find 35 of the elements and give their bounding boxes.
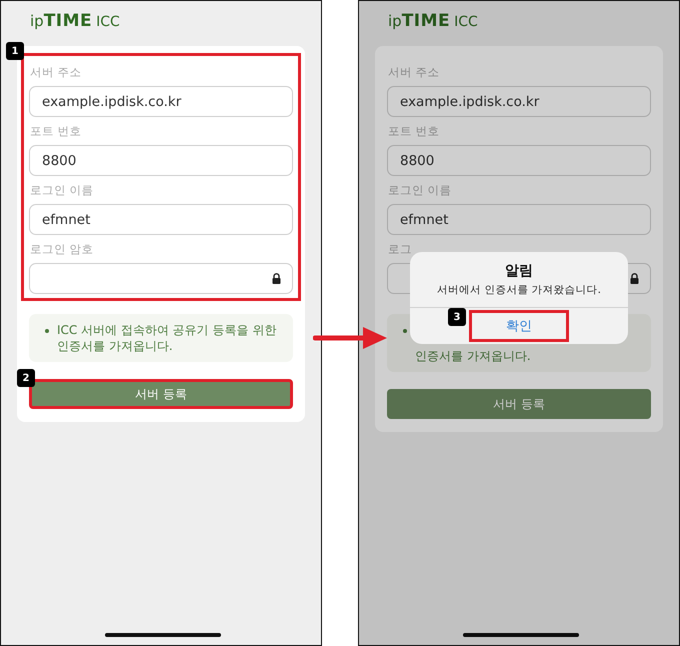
app-title: ICC	[96, 14, 120, 30]
input-field[interactable]: example.ipdisk.co.kr	[387, 86, 651, 117]
field-label: 서버 주소	[387, 64, 441, 81]
field-label: 포트 번호	[29, 123, 83, 140]
field-label: 포트 번호	[387, 123, 441, 140]
field-label: 로그	[387, 241, 413, 258]
step-badge: 2	[17, 369, 35, 387]
field-label: 로그인 암호	[29, 241, 95, 258]
input-field[interactable]: efmnet	[387, 204, 651, 235]
register-button[interactable]: 서버 등록	[387, 389, 651, 419]
input-field[interactable]: example.ipdisk.co.kr	[29, 86, 293, 117]
note-text: 인증서를 가져옵니다.	[57, 338, 174, 354]
input-field[interactable]: efmnet	[29, 204, 293, 235]
confirm-button[interactable]: 확인	[469, 310, 569, 342]
logo: ipTIME	[30, 11, 92, 31]
alert-title: 알림	[505, 262, 533, 280]
app-title: ICC	[454, 14, 478, 30]
field-label: 로그인 이름	[29, 182, 95, 199]
bullet-icon	[45, 329, 49, 333]
bullet-icon	[403, 329, 407, 333]
step-badge: 1	[6, 42, 24, 60]
register-button[interactable]: 서버 등록	[29, 379, 293, 409]
field-label: 로그인 이름	[387, 182, 453, 199]
input-field[interactable]: 8800	[29, 145, 293, 176]
note-text: ICC 서버에 접속하여 공유기 등록을 위한	[57, 322, 276, 338]
input-field[interactable]: 8800	[387, 145, 651, 176]
note-text: 인증서를 가져옵니다.	[415, 348, 531, 364]
right-arrow-icon	[313, 327, 387, 349]
field-label: 서버 주소	[29, 64, 83, 81]
password-field[interactable]	[29, 263, 293, 294]
lock-icon	[630, 273, 639, 284]
alert-message: 서버에서 인증서를 가져왔습니다.	[436, 283, 601, 297]
step-badge: 3	[448, 308, 466, 326]
lock-icon	[272, 273, 281, 284]
logo: ipTIME	[388, 11, 450, 31]
